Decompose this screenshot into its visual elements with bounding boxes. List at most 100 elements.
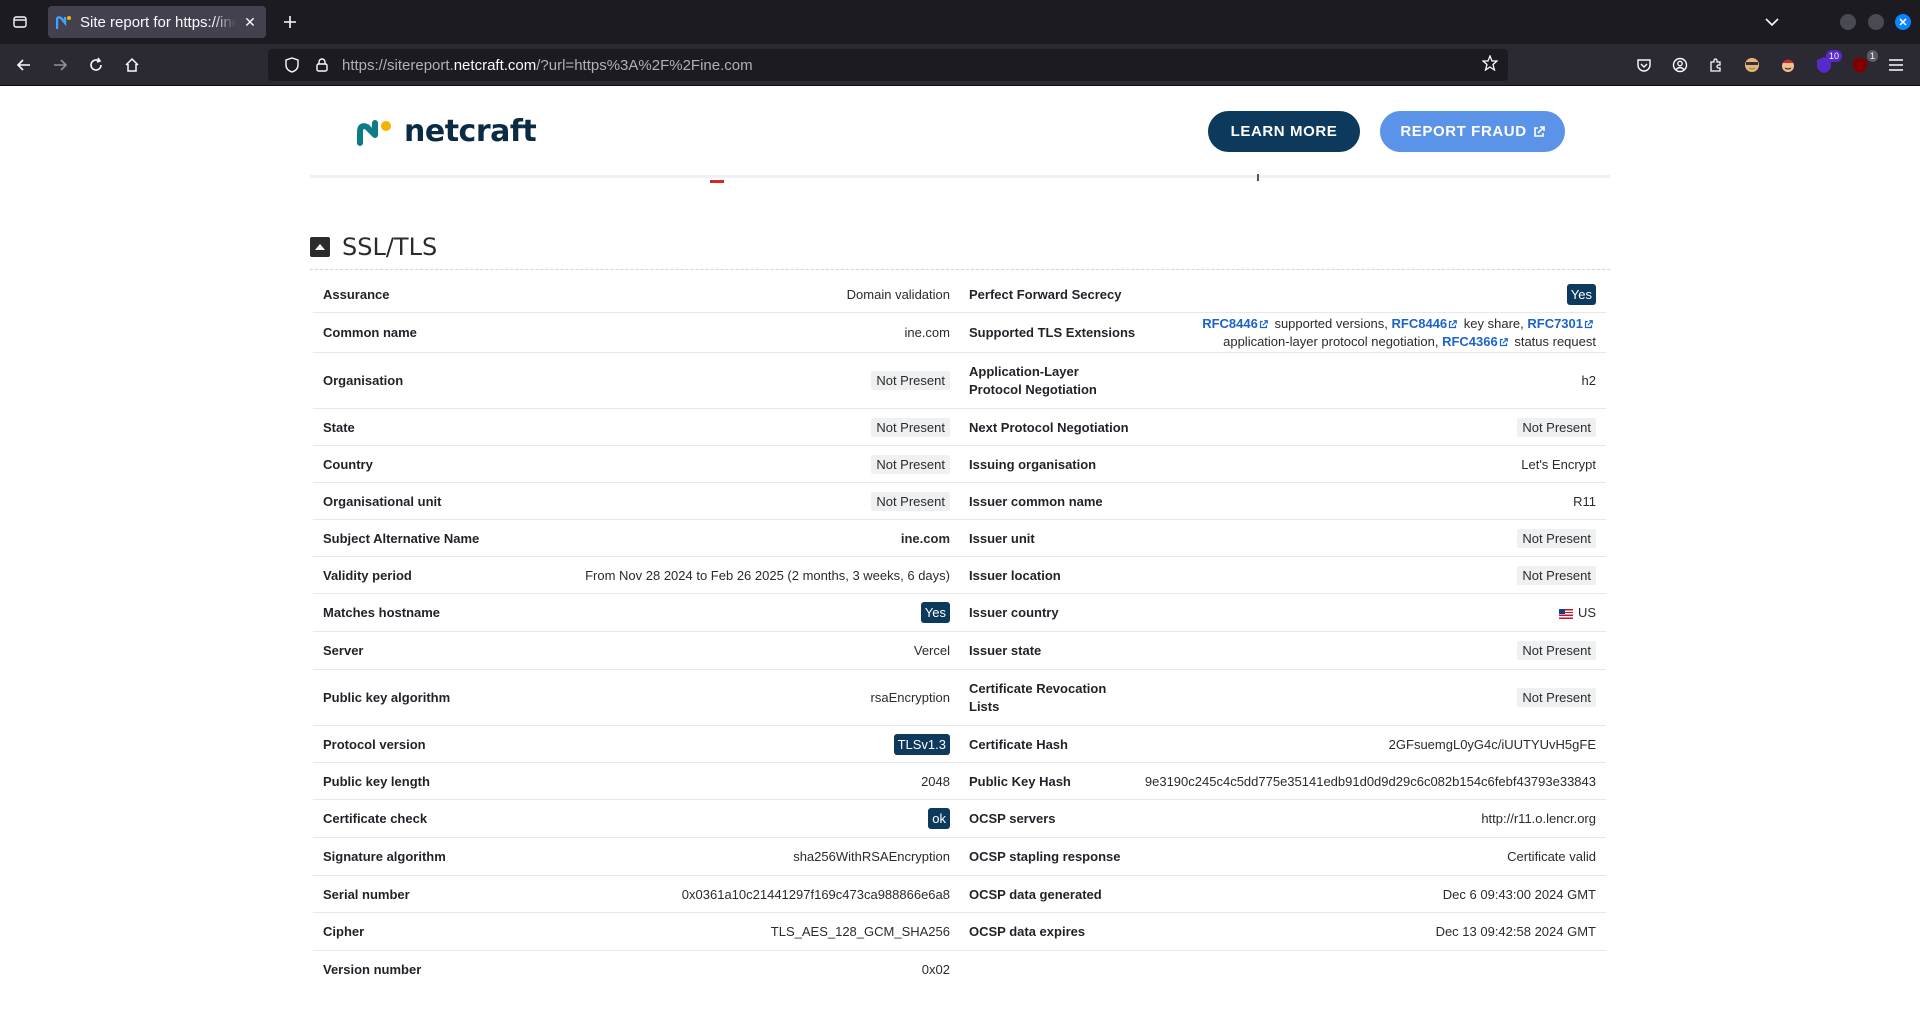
url-text: https://sitereport.netcraft.com/?url=htt… (342, 57, 753, 74)
reload-icon[interactable] (84, 53, 108, 77)
list-all-tabs-icon[interactable] (0, 0, 40, 44)
row-value: Let's Encrypt (1521, 456, 1596, 472)
row-label: OCSP data expires (969, 924, 1086, 939)
learn-more-button[interactable]: LEARN MORE (1208, 111, 1360, 152)
netcraft-favicon-icon (56, 14, 72, 30)
ublock-icon[interactable]: 1 (1848, 50, 1878, 77)
row-label: Organisation (323, 373, 404, 388)
hamburger-menu-icon[interactable] (1884, 53, 1908, 77)
close-window-button[interactable]: ✕ (1895, 14, 1911, 30)
back-arrow-icon[interactable] (12, 53, 36, 77)
rfc-link[interactable]: RFC8446 (1392, 316, 1448, 331)
table-row: Organisation Not Present (313, 353, 960, 409)
maximize-button[interactable] (1868, 14, 1884, 30)
new-tab-icon[interactable] (278, 10, 302, 34)
table-row: Issuing organisation Let's Encrypt (959, 446, 1606, 483)
row-label: Issuer location (969, 567, 1061, 583)
logo-text: netcraft (404, 114, 537, 149)
external-link-icon (1499, 337, 1508, 346)
row-label: Public key algorithm (323, 690, 451, 705)
table-row: Organisational unit Not Present (313, 483, 960, 520)
table-row: Serial number 0x0361a10c21441297f169c473c… (313, 876, 960, 913)
row-label: Cipher (323, 924, 365, 939)
not-present-badge: Not Present (871, 491, 950, 511)
row-label: Issuer unit (969, 530, 1035, 546)
shield-icon[interactable] (278, 57, 306, 73)
row-label: Protocol version (323, 736, 426, 752)
row-label: Version number (323, 962, 422, 977)
report-fraud-button[interactable]: REPORT FRAUD (1380, 111, 1565, 152)
table-row: Certificate Revocation Lists Not Present (959, 670, 1606, 726)
row-label: Common name (323, 325, 417, 340)
row-label: Issuer state (969, 643, 1042, 658)
row-label: OCSP servers (969, 811, 1056, 826)
external-link-icon (1584, 319, 1593, 328)
extension-desc: supported versions, (1270, 315, 1392, 331)
shield-extension-icon[interactable]: 10 (1812, 50, 1842, 77)
table-row: Public key algorithm rsaEncryption (313, 670, 960, 726)
table-row: Certificate check ok (313, 800, 960, 838)
extensions-puzzle-icon[interactable] (1704, 53, 1728, 77)
table-row: Issuer location Not Present (959, 557, 1606, 594)
minimize-button[interactable] (1840, 14, 1856, 30)
scrolled-content-fragment (710, 180, 724, 183)
row-value: h2 (1581, 373, 1596, 388)
table-row: Server Vercel (313, 632, 960, 670)
table-row: Issuer unit Not Present (959, 520, 1606, 557)
section-header-ssl-tls[interactable]: SSL/TLS (310, 224, 1610, 270)
home-icon[interactable] (120, 53, 144, 77)
close-tab-icon[interactable]: ✕ (242, 14, 258, 30)
not-present-badge: Not Present (1517, 417, 1596, 437)
address-bar[interactable]: https://sitereport.netcraft.com/?url=htt… (268, 49, 1508, 81)
table-row: Public Key Hash 9e3190c245c4c5dd775e35141… (959, 763, 1606, 800)
rfc-link[interactable]: RFC7301 (1527, 316, 1583, 331)
bookmark-star-icon[interactable] (1481, 54, 1499, 75)
tls-extensions-value: RFC8446 supported versions, RFC8446 key … (1156, 315, 1596, 351)
table-row: Version number 0x02 (313, 951, 960, 988)
country-code: US (1577, 605, 1596, 620)
table-row: Perfect Forward Secrecy Yes (959, 276, 1606, 313)
protocol-badge: TLSv1.3 (893, 733, 950, 755)
extension-badge: 10 (1825, 50, 1842, 62)
row-label: Public Key Hash (969, 773, 1071, 789)
table-row: Assurance Domain validation (313, 276, 960, 313)
chevron-down-icon[interactable] (1760, 10, 1784, 34)
table-row: Signature algorithm sha256WithRSAEncrypti… (313, 838, 960, 876)
row-label: Issuing organisation (969, 456, 1097, 472)
row-label: Application-Layer Protocol Negotiation (969, 363, 1097, 397)
section-title: SSL/TLS (342, 232, 438, 261)
row-label: Perfect Forward Secrecy (969, 286, 1122, 302)
lock-icon[interactable] (310, 58, 334, 72)
yes-badge: Yes (1566, 283, 1596, 305)
forward-arrow-icon[interactable] (48, 53, 72, 77)
account-icon[interactable] (1668, 53, 1692, 77)
not-present-badge: Not Present (871, 417, 950, 437)
us-flag-icon (1558, 608, 1573, 619)
not-present-badge: Not Present (871, 371, 950, 390)
face-extension-icon[interactable] (1740, 53, 1764, 77)
external-link-icon (1259, 319, 1268, 328)
pocket-icon[interactable] (1632, 53, 1656, 77)
collapse-caret-icon[interactable] (310, 236, 330, 257)
rfc-link[interactable]: RFC8446 (1202, 316, 1258, 331)
ssl-left-column: Assurance Domain validation Common name in… (313, 276, 960, 988)
san-link[interactable]: ine.com (901, 531, 950, 546)
table-row: Common name ine.com (313, 313, 960, 353)
character-extension-icon[interactable] (1776, 53, 1800, 77)
table-row: Certificate Hash 2GFsuemgL0yG4c/iUUTYUvH5… (959, 726, 1606, 763)
row-value: Certificate valid (1507, 849, 1596, 864)
tab-active[interactable]: Site report for https://ine.com ✕ (48, 6, 266, 38)
table-row: Matches hostname Yes (313, 594, 960, 632)
external-link-icon (1533, 125, 1545, 137)
row-label: Issuer common name (969, 493, 1103, 509)
table-row: Supported TLS Extensions RFC8446 support… (959, 313, 1606, 353)
row-value: 2048 (921, 773, 950, 789)
site-header: netcraft LEARN MORE REPORT FRAUD (310, 86, 1610, 178)
rfc-link[interactable]: RFC4366 (1442, 334, 1498, 349)
not-present-badge: Not Present (1517, 528, 1596, 548)
extension-desc: key share, (1460, 315, 1528, 331)
table-row: Public key length 2048 (313, 763, 960, 800)
row-label: Validity period (323, 567, 412, 583)
netcraft-logo[interactable]: netcraft (356, 114, 537, 149)
row-label: State (323, 419, 355, 435)
